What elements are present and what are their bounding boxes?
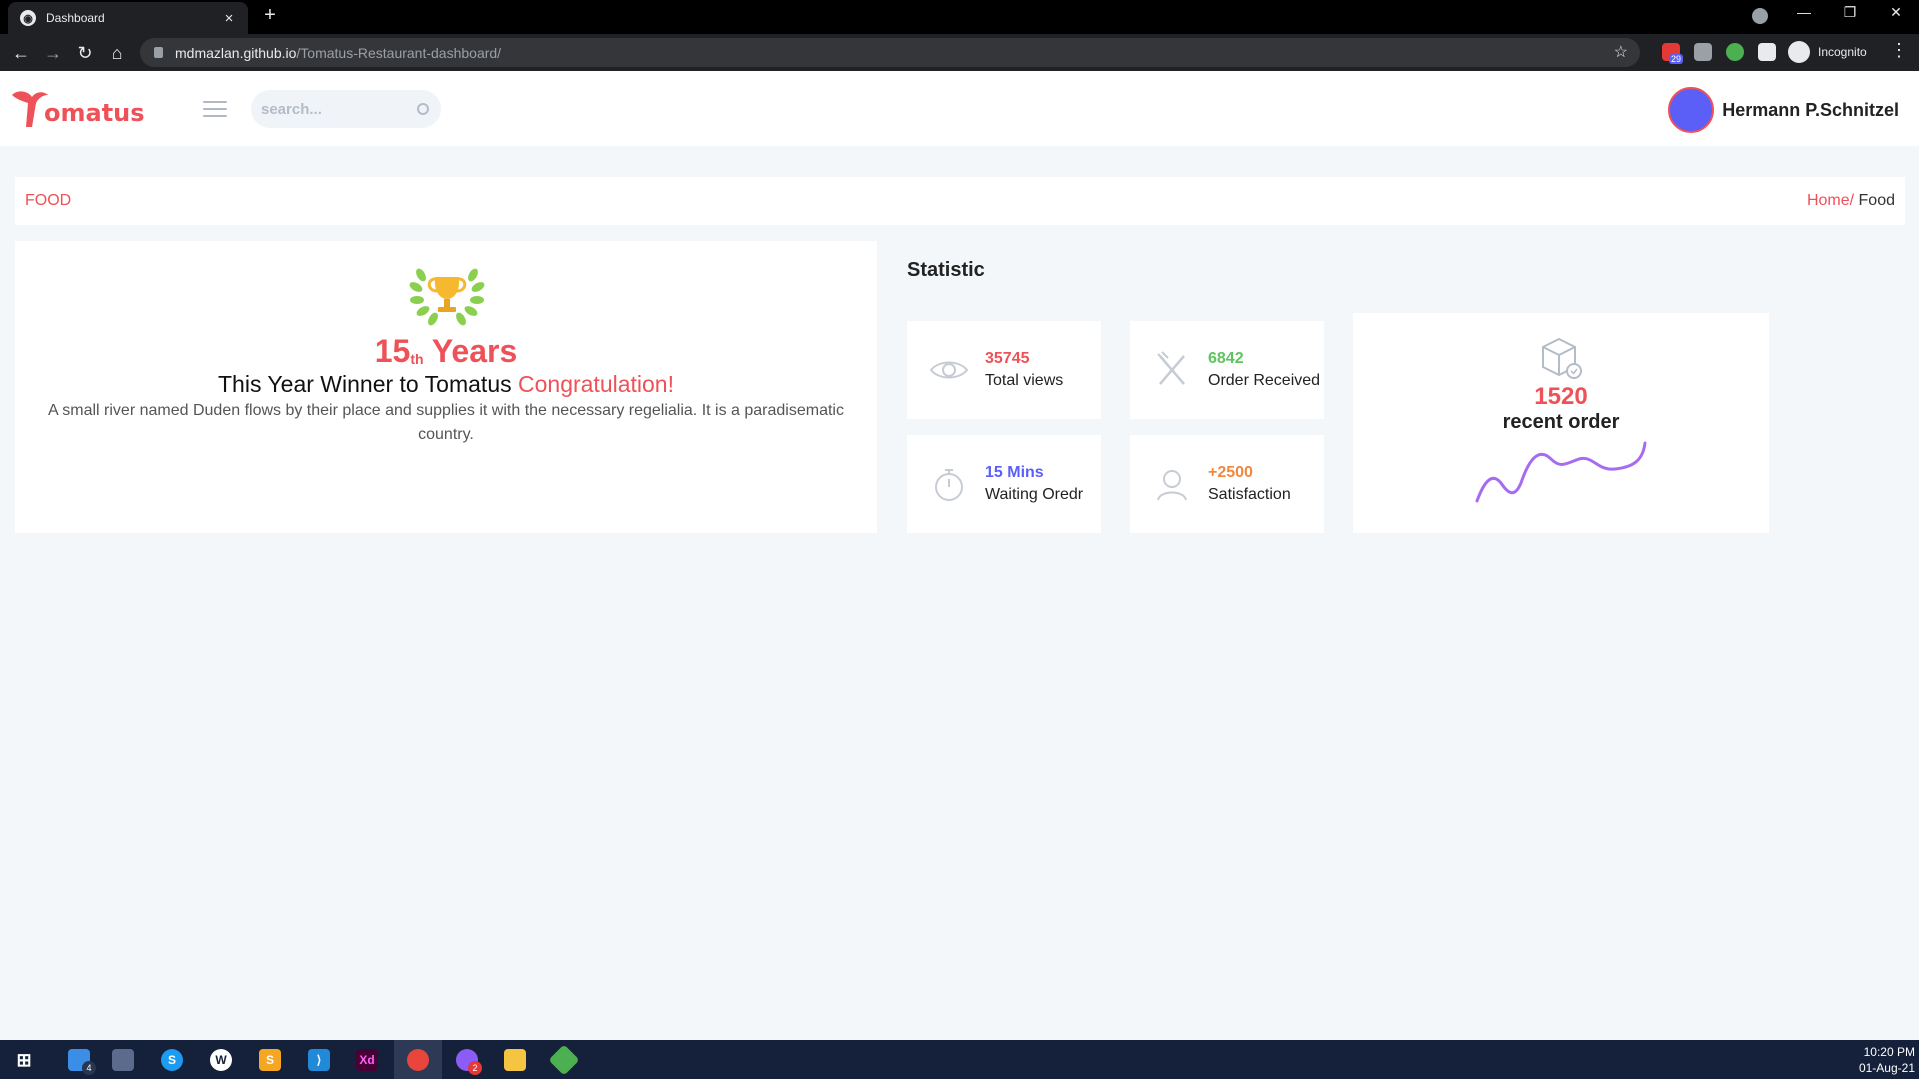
stat-value: 35745 xyxy=(985,350,1030,367)
system-clock[interactable]: 10:20 PM 01-Aug-21 xyxy=(1859,1044,1915,1076)
logo-text: omatus xyxy=(44,99,145,127)
computer-app-icon[interactable] xyxy=(112,1049,134,1071)
stat-label: Order Received xyxy=(1208,372,1321,389)
tab-search-icon[interactable] xyxy=(1752,8,1768,24)
home-icon[interactable]: ⌂ xyxy=(104,40,130,66)
camera-extension-icon[interactable] xyxy=(1694,43,1712,61)
stat-card-order-received: 6842 Order Received xyxy=(1130,321,1324,419)
stat-card-waiting-order: 15 Mins Waiting Oredr xyxy=(907,435,1101,533)
stat-card-satisfaction: +2500 Satisfaction xyxy=(1130,435,1324,533)
tomatus-logo-icon xyxy=(12,91,48,127)
delivery-box-icon xyxy=(1542,337,1582,379)
back-icon[interactable]: ← xyxy=(8,40,34,66)
winner-card: 15th Years This Year Winner to Tomatus C… xyxy=(15,241,877,533)
browser-toolbar: ← → ↻ ⌂ mdmazlan.github.io/Tomatus-Resta… xyxy=(0,34,1919,71)
app-header: omatus Hermann P.Schnitzel xyxy=(0,71,1919,146)
sublime-text-icon[interactable]: S xyxy=(259,1049,281,1071)
new-tab-button[interactable]: + xyxy=(258,4,282,27)
os-taskbar: ⊞ 4 S W S ⟩ Xd 2 10:20 PM 01-Aug-21 xyxy=(0,1040,1919,1079)
user-profile[interactable]: Hermann P.Schnitzel xyxy=(1668,87,1899,133)
stopwatch-icon xyxy=(935,469,963,501)
bookmark-star-icon[interactable]: ☆ xyxy=(1614,42,1628,62)
color-extension-icon[interactable] xyxy=(1726,43,1744,61)
clock-time: 10:20 PM xyxy=(1863,1045,1915,1059)
search-box xyxy=(251,90,441,128)
winner-description: A small river named Duden flows by their… xyxy=(48,402,844,443)
recent-order-sparkline xyxy=(1475,441,1647,503)
page-title: FOOD xyxy=(25,192,72,209)
clock-date: 01-Aug-21 xyxy=(1858,1061,1915,1075)
browser-menu-icon[interactable]: ⋮ xyxy=(1890,40,1908,61)
search-input[interactable] xyxy=(261,100,417,118)
url-text: mdmazlan.github.io/Tomatus-Restaurant-da… xyxy=(175,44,502,61)
forward-icon[interactable]: → xyxy=(40,40,66,66)
breadcrumb-current: Food xyxy=(1854,192,1895,209)
stat-value: 6842 xyxy=(1208,350,1244,367)
vscode-icon[interactable]: ⟩ xyxy=(308,1049,330,1071)
avatar[interactable] xyxy=(1668,87,1715,133)
stat-label: Total views xyxy=(985,372,1064,389)
menu-toggle-button[interactable] xyxy=(203,101,227,117)
reload-icon[interactable]: ↻ xyxy=(72,40,98,66)
breadcrumb-bar: FOOD Home/ Food xyxy=(15,177,1905,225)
explorer-badge: 4 xyxy=(82,1061,96,1075)
stat-card-total-views: 35745 Total views xyxy=(907,321,1101,419)
restore-icon[interactable]: ❐ xyxy=(1830,4,1870,21)
puzzle-icon[interactable] xyxy=(1758,43,1776,61)
recent-order-card: 1520 recent order xyxy=(1353,313,1769,533)
windows-start-icon[interactable]: ⊞ xyxy=(13,1049,35,1071)
messenger-badge: 2 xyxy=(468,1061,482,1075)
stat-label: Waiting Oredr xyxy=(985,486,1084,503)
breadcrumb: Home/ Food xyxy=(1807,192,1895,210)
winner-headline: This Year Winner to Tomatus Congratulati… xyxy=(218,371,674,397)
statistic-heading: Statistic xyxy=(907,259,985,281)
incognito-label: Incognito xyxy=(1818,45,1867,59)
tab-title: Dashboard xyxy=(46,11,105,25)
user-icon xyxy=(1157,470,1187,501)
stat-value: +2500 xyxy=(1208,464,1253,481)
close-window-icon[interactable]: ✕ xyxy=(1876,4,1916,21)
search-icon[interactable] xyxy=(417,103,429,115)
file-explorer-icon[interactable] xyxy=(504,1049,526,1071)
chrome-icon[interactable] xyxy=(407,1049,429,1071)
eye-icon xyxy=(929,361,969,379)
user-name: Hermann P.Schnitzel xyxy=(1722,99,1899,120)
years-title: 15th Years xyxy=(374,333,518,369)
browser-tab-dashboard[interactable]: ◉ Dashboard × xyxy=(8,2,248,34)
globe-icon: ◉ xyxy=(20,10,36,26)
trophy-laurel-icon xyxy=(409,268,485,326)
address-bar[interactable]: mdmazlan.github.io/Tomatus-Restaurant-da… xyxy=(140,38,1640,67)
lock-icon xyxy=(154,47,163,58)
stat-value: 15 Mins xyxy=(985,464,1044,481)
incognito-icon xyxy=(1788,41,1810,63)
incognito-indicator[interactable]: Incognito xyxy=(1788,39,1867,65)
adobe-xd-icon[interactable]: Xd xyxy=(356,1049,378,1071)
breadcrumb-home-link[interactable]: Home/ xyxy=(1807,192,1854,209)
skype-icon[interactable]: S xyxy=(161,1049,183,1071)
recent-order-value: 1520 xyxy=(1534,383,1588,410)
minimize-icon[interactable]: — xyxy=(1784,4,1824,20)
word-app-icon[interactable]: W xyxy=(210,1049,232,1071)
recent-order-label: recent order xyxy=(1502,411,1620,433)
stat-label: Satisfaction xyxy=(1208,486,1291,503)
extension-badge: 29 xyxy=(1669,54,1684,64)
fork-knife-icon xyxy=(1157,351,1185,385)
git-app-icon[interactable] xyxy=(548,1044,580,1076)
browser-tab-bar: ◉ Dashboard × + — ❐ ✕ xyxy=(0,0,1919,34)
tab-close-button[interactable]: × xyxy=(220,10,238,27)
logo[interactable]: omatus xyxy=(10,89,145,129)
